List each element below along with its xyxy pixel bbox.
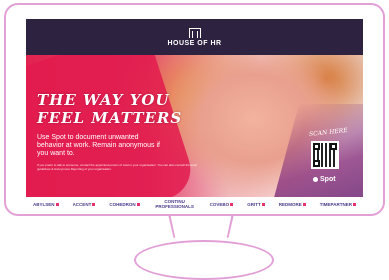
brand-square-icon (352, 202, 356, 206)
brand-item: TIMEPARTNER (320, 202, 356, 207)
spot-dot-icon (313, 177, 318, 182)
spot-logo: Spot (313, 176, 336, 183)
building-icon (188, 27, 201, 38)
brand-square-icon (92, 202, 96, 206)
qr-code[interactable] (311, 141, 339, 169)
brand-square-icon (261, 202, 265, 206)
brand-footer: ABYLSEN ACCENT COHEDRON CONTINU PROFESSI… (26, 197, 363, 211)
headline-line-2: FEEL MATTERS (37, 109, 183, 127)
brand-item: REDMORE (279, 202, 306, 207)
brand-square-icon (55, 202, 59, 206)
brand-item: ABYLSEN (33, 202, 59, 207)
brand-item: GRITT (247, 202, 265, 207)
brand-item: COVEBO (210, 202, 234, 207)
poster-header: HOUSE OF HR (26, 19, 363, 55)
brand-square-icon (302, 202, 306, 206)
fine-print: If you prefer to talk to someone, contac… (37, 163, 197, 171)
brand-item: COHEDRON (109, 202, 140, 207)
headline: THE WAY YOU FEEL MATTERS (37, 91, 182, 127)
logo-text: HOUSE OF HR (167, 39, 222, 47)
brand-square-icon (230, 202, 234, 206)
monitor-stand (134, 240, 274, 280)
spot-label: Spot (320, 176, 336, 183)
poster-screen: HOUSE OF HR THE WAY YOU FEEL MATTERS Use… (26, 19, 363, 197)
brand-item: ACCENT (73, 202, 96, 207)
brand-square-icon (136, 202, 140, 206)
subtext: Use Spot to document unwanted behavior a… (37, 134, 160, 157)
monitor-neck (167, 214, 235, 238)
qr-corner-marker (313, 160, 320, 167)
headline-line-1: THE WAY YOU (37, 91, 170, 109)
brand-item: CONTINU PROFESSIONALS (155, 199, 194, 209)
